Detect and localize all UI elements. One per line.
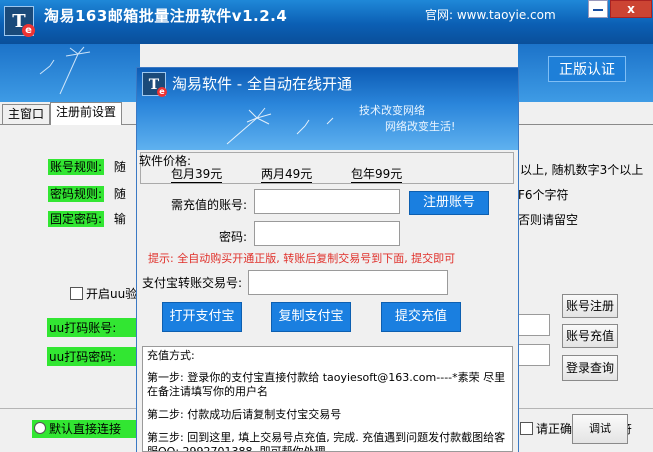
- price-monthly: 包月39元: [171, 167, 223, 183]
- dandelion-decoration-icon: [39, 46, 91, 95]
- uu-account-input-edge[interactable]: [518, 314, 550, 336]
- instructions-step-3: 第三步: 回到这里, 填上交易号点充值, 完成. 充值遇到问题发付款截图给客服Q…: [147, 431, 506, 452]
- account-rule-text-right: 以上, 随机数字3个以上: [520, 163, 644, 177]
- separator-checkbox[interactable]: [520, 422, 533, 435]
- uu-password-label: uu打码密码:: [47, 347, 139, 366]
- submit-recharge-button[interactable]: 提交充值: [381, 302, 461, 332]
- instructions-step-1: 第一步: 登录你的支付宝直接付款给 taoyiesoft@163.com----…: [147, 371, 506, 398]
- tab-main-window[interactable]: 主窗口: [2, 104, 51, 124]
- fixed-password-row: 固定密码: 输: [48, 210, 126, 227]
- tab-pre-register-settings[interactable]: 注册前设置: [50, 102, 123, 125]
- register-account-button[interactable]: 注册账号: [409, 191, 489, 215]
- fixed-password-text: 输: [113, 212, 126, 226]
- fixed-password-text-right: 否则请留空: [518, 213, 579, 227]
- minimize-button[interactable]: [588, 0, 608, 18]
- alipay-trade-no-label: 支付宝转账交易号:: [142, 276, 243, 290]
- alipay-trade-no-input[interactable]: [248, 270, 448, 295]
- password-input[interactable]: [254, 221, 400, 246]
- uu-password-input-edge[interactable]: [518, 344, 550, 366]
- dandelion-decoration-icon: [226, 107, 334, 145]
- account-rule-label: 账号规则:: [48, 159, 105, 175]
- password-rule-text-right: F6个字符: [518, 188, 569, 202]
- login-query-button[interactable]: 登录查询: [562, 355, 618, 381]
- default-direct-connect-label: 默认直接连接: [49, 422, 122, 436]
- enable-uu-label: 开启uu验: [86, 287, 138, 301]
- close-button[interactable]: x: [610, 0, 652, 18]
- default-direct-connect-radio[interactable]: [34, 422, 46, 434]
- banner-left: [0, 44, 140, 102]
- account-rule-text: 随: [113, 160, 126, 174]
- dialog-title: 淘易软件 - 全自动在线开通: [172, 75, 352, 93]
- instructions-step-2: 第二步: 付款成功后请复制支付宝交易号: [147, 408, 342, 421]
- debug-button[interactable]: 调试: [572, 414, 628, 444]
- account-register-button[interactable]: 账号注册: [562, 294, 618, 318]
- recharge-account-label: 需充值的账号:: [170, 198, 247, 212]
- instructions-heading: 充值方式:: [147, 349, 195, 362]
- enable-uu-checkbox-row[interactable]: 开启uu验: [70, 285, 137, 302]
- purchase-tip: 提示: 全自动购买开通正版, 转账后复制交易号到下面, 提交即可: [148, 252, 456, 265]
- enable-uu-checkbox[interactable]: [70, 287, 83, 300]
- recharge-dialog: Te 淘易软件 - 全自动在线开通 技术改变网络 网络改变生活! 软件价格: 包…: [137, 68, 518, 452]
- password-rule-row: 密码规则: 随: [48, 185, 126, 202]
- price-yearly: 包年99元: [351, 167, 403, 183]
- account-recharge-button[interactable]: 账号充值: [562, 324, 618, 348]
- password-label: 密码:: [218, 230, 247, 244]
- price-two-months: 两月49元: [261, 167, 313, 183]
- copy-alipay-button[interactable]: 复制支付宝: [271, 302, 351, 332]
- password-rule-text: 随: [113, 187, 126, 201]
- recharge-instructions[interactable]: 充值方式: 第一步: 登录你的支付宝直接付款给 taoyiesoft@163.c…: [142, 346, 513, 452]
- recharge-account-input[interactable]: [254, 189, 400, 214]
- official-site-text: 官网: www.taoyie.com: [425, 8, 556, 22]
- open-alipay-button[interactable]: 打开支付宝: [162, 302, 242, 332]
- slogan-line-1: 技术改变网络: [359, 104, 425, 117]
- password-rule-label: 密码规则:: [48, 186, 105, 202]
- slogan-line-2: 网络改变生活!: [385, 120, 456, 133]
- genuine-auth-button[interactable]: 正版认证: [548, 56, 626, 82]
- app-logo-icon: Te: [4, 6, 35, 37]
- fixed-password-label: 固定密码:: [48, 211, 105, 227]
- default-direct-connect-radio-row[interactable]: 默认直接连接: [32, 420, 138, 438]
- dialog-logo-icon: Te: [142, 72, 167, 97]
- uu-account-label: uu打码账号:: [47, 318, 139, 337]
- account-rule-row: 账号规则: 随: [48, 158, 126, 175]
- main-window-title: 淘易163邮箱批量注册软件v1.2.4: [44, 7, 288, 25]
